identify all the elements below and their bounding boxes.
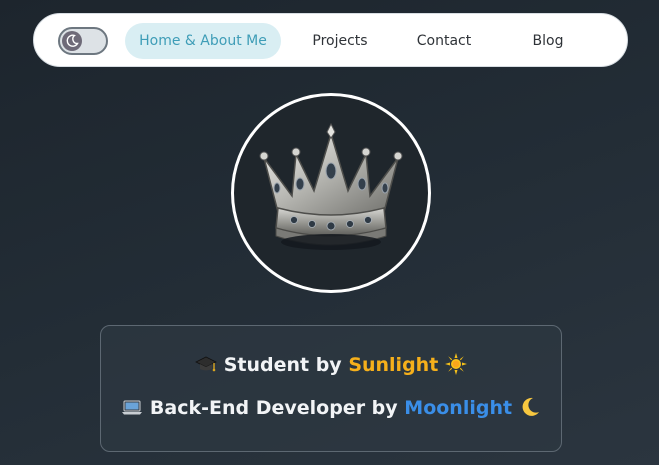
nav-blog[interactable]: Blog — [520, 23, 576, 59]
sun-icon — [444, 352, 467, 375]
bio-line-student: Student by Sunlight — [101, 352, 561, 377]
bio-line2-highlight: Moonlight — [404, 397, 513, 419]
bio-line1-prefix: Student by — [223, 354, 349, 376]
bio-card: Student by Sunlight Back-End Developer b… — [100, 325, 562, 452]
laptop-icon — [121, 396, 143, 418]
bio-line2-prefix: Back-End Developer by — [149, 397, 405, 419]
nav-home-about[interactable]: Home & About Me — [125, 23, 281, 59]
crescent-moon-icon — [519, 396, 541, 418]
moon-icon — [66, 34, 79, 47]
nav-projects[interactable]: Projects — [302, 23, 378, 59]
top-navbar: Home & About Me Projects Contact Blog — [33, 13, 628, 67]
theme-toggle[interactable] — [58, 27, 108, 55]
toggle-knob — [62, 31, 82, 51]
profile-avatar — [231, 93, 431, 293]
nav-contact[interactable]: Contact — [406, 23, 482, 59]
graduation-cap-icon — [195, 353, 217, 375]
bio-line-developer: Back-End Developer by Moonlight — [101, 397, 561, 420]
crown-image — [259, 122, 403, 250]
bio-line1-highlight: Sunlight — [348, 354, 439, 376]
